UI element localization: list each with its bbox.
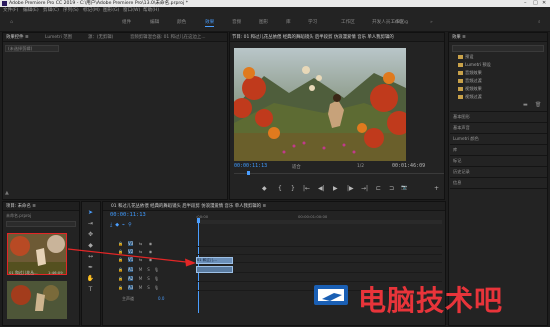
watermark-logo-icon <box>312 281 352 309</box>
annotation-arrow <box>67 248 196 267</box>
watermark-text: 电脑技术吧 <box>358 284 504 317</box>
